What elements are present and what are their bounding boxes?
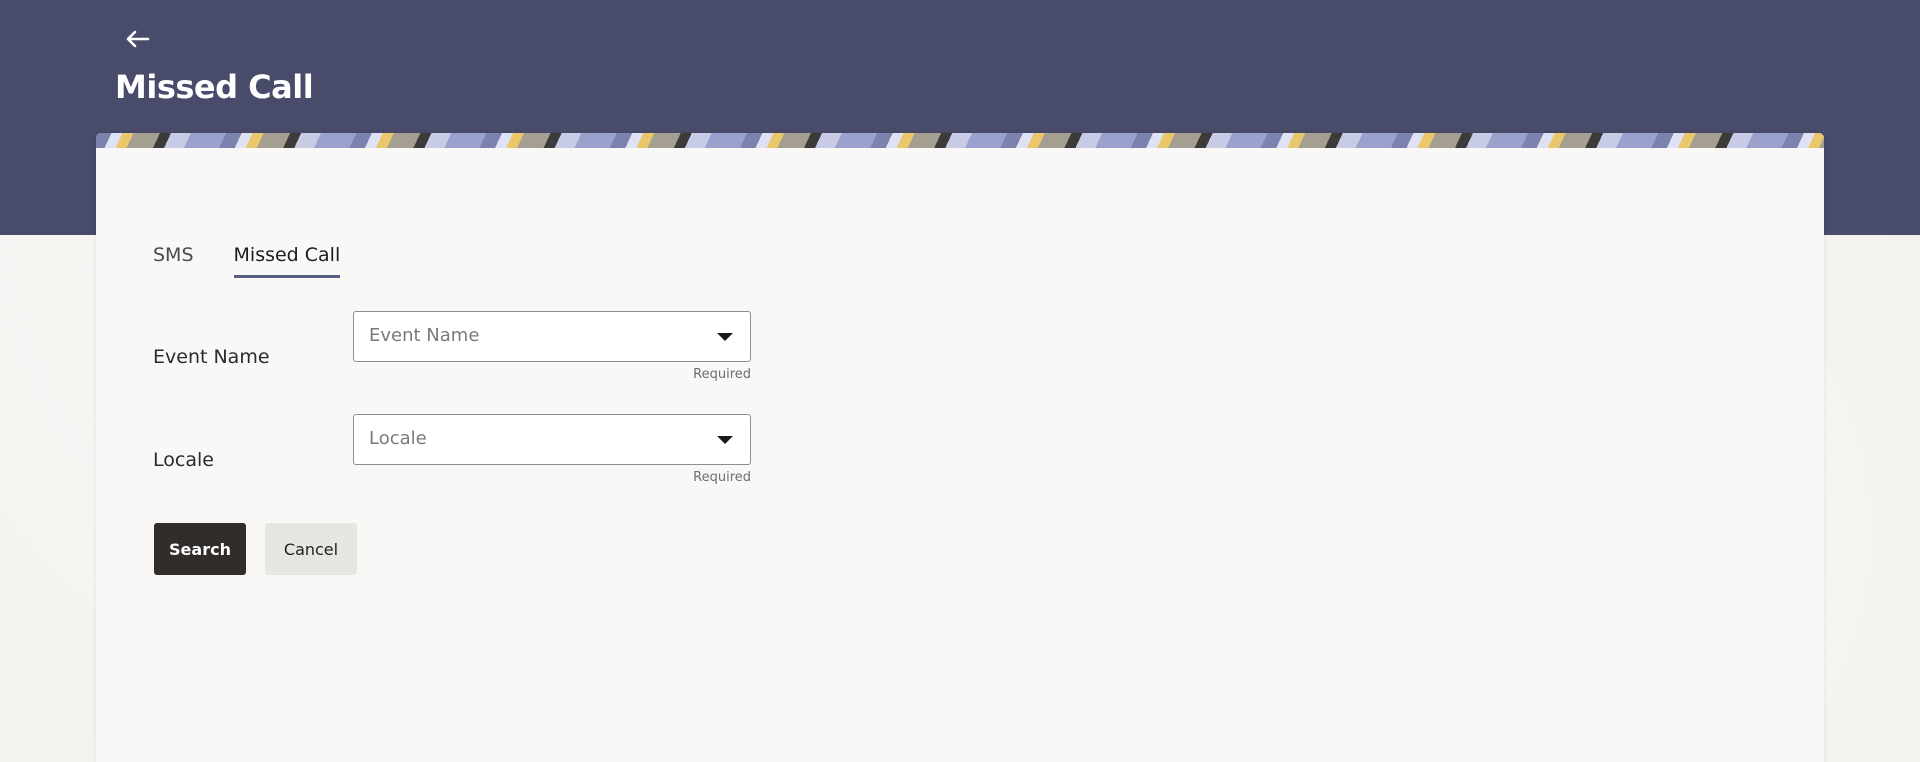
event-name-required: Required xyxy=(693,367,751,382)
event-name-select[interactable]: Event Name xyxy=(353,311,751,362)
locale-select[interactable]: Locale xyxy=(353,414,751,465)
decorative-banner xyxy=(96,133,1824,148)
locale-required: Required xyxy=(693,470,751,485)
chevron-down-icon xyxy=(717,436,733,444)
chevron-down-icon xyxy=(717,333,733,341)
locale-placeholder: Locale xyxy=(369,428,427,449)
locale-label: Locale xyxy=(153,449,214,471)
arrow-left-icon xyxy=(126,30,150,48)
tab-missed-call[interactable]: Missed Call xyxy=(233,238,340,278)
back-button[interactable] xyxy=(120,22,154,56)
tab-sms[interactable]: SMS xyxy=(153,238,194,278)
search-button[interactable]: Search xyxy=(154,523,246,575)
event-name-placeholder: Event Name xyxy=(369,325,480,346)
page-title: Missed Call xyxy=(115,68,314,106)
main-card: SMS Missed Call Event Name Event Name Re… xyxy=(96,133,1824,762)
tab-bar: SMS Missed Call xyxy=(153,238,380,278)
event-name-label: Event Name xyxy=(153,346,270,368)
cancel-button[interactable]: Cancel xyxy=(265,523,357,575)
